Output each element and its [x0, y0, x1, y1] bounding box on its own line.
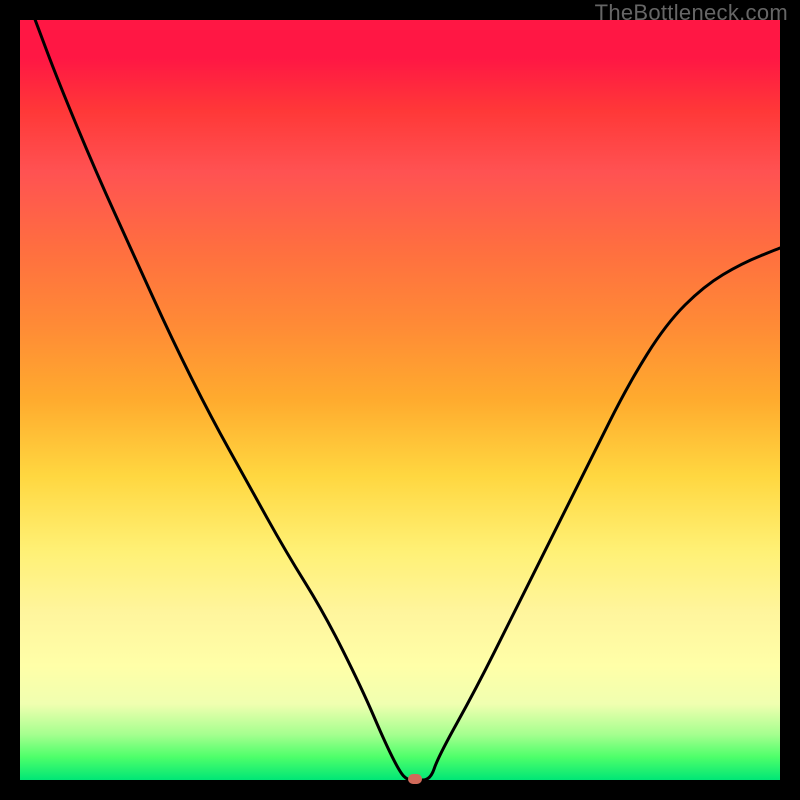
- optimal-point-marker: [408, 774, 422, 784]
- bottleneck-curve: [20, 20, 780, 780]
- watermark-text: TheBottleneck.com: [595, 0, 788, 26]
- chart-container: TheBottleneck.com: [0, 0, 800, 800]
